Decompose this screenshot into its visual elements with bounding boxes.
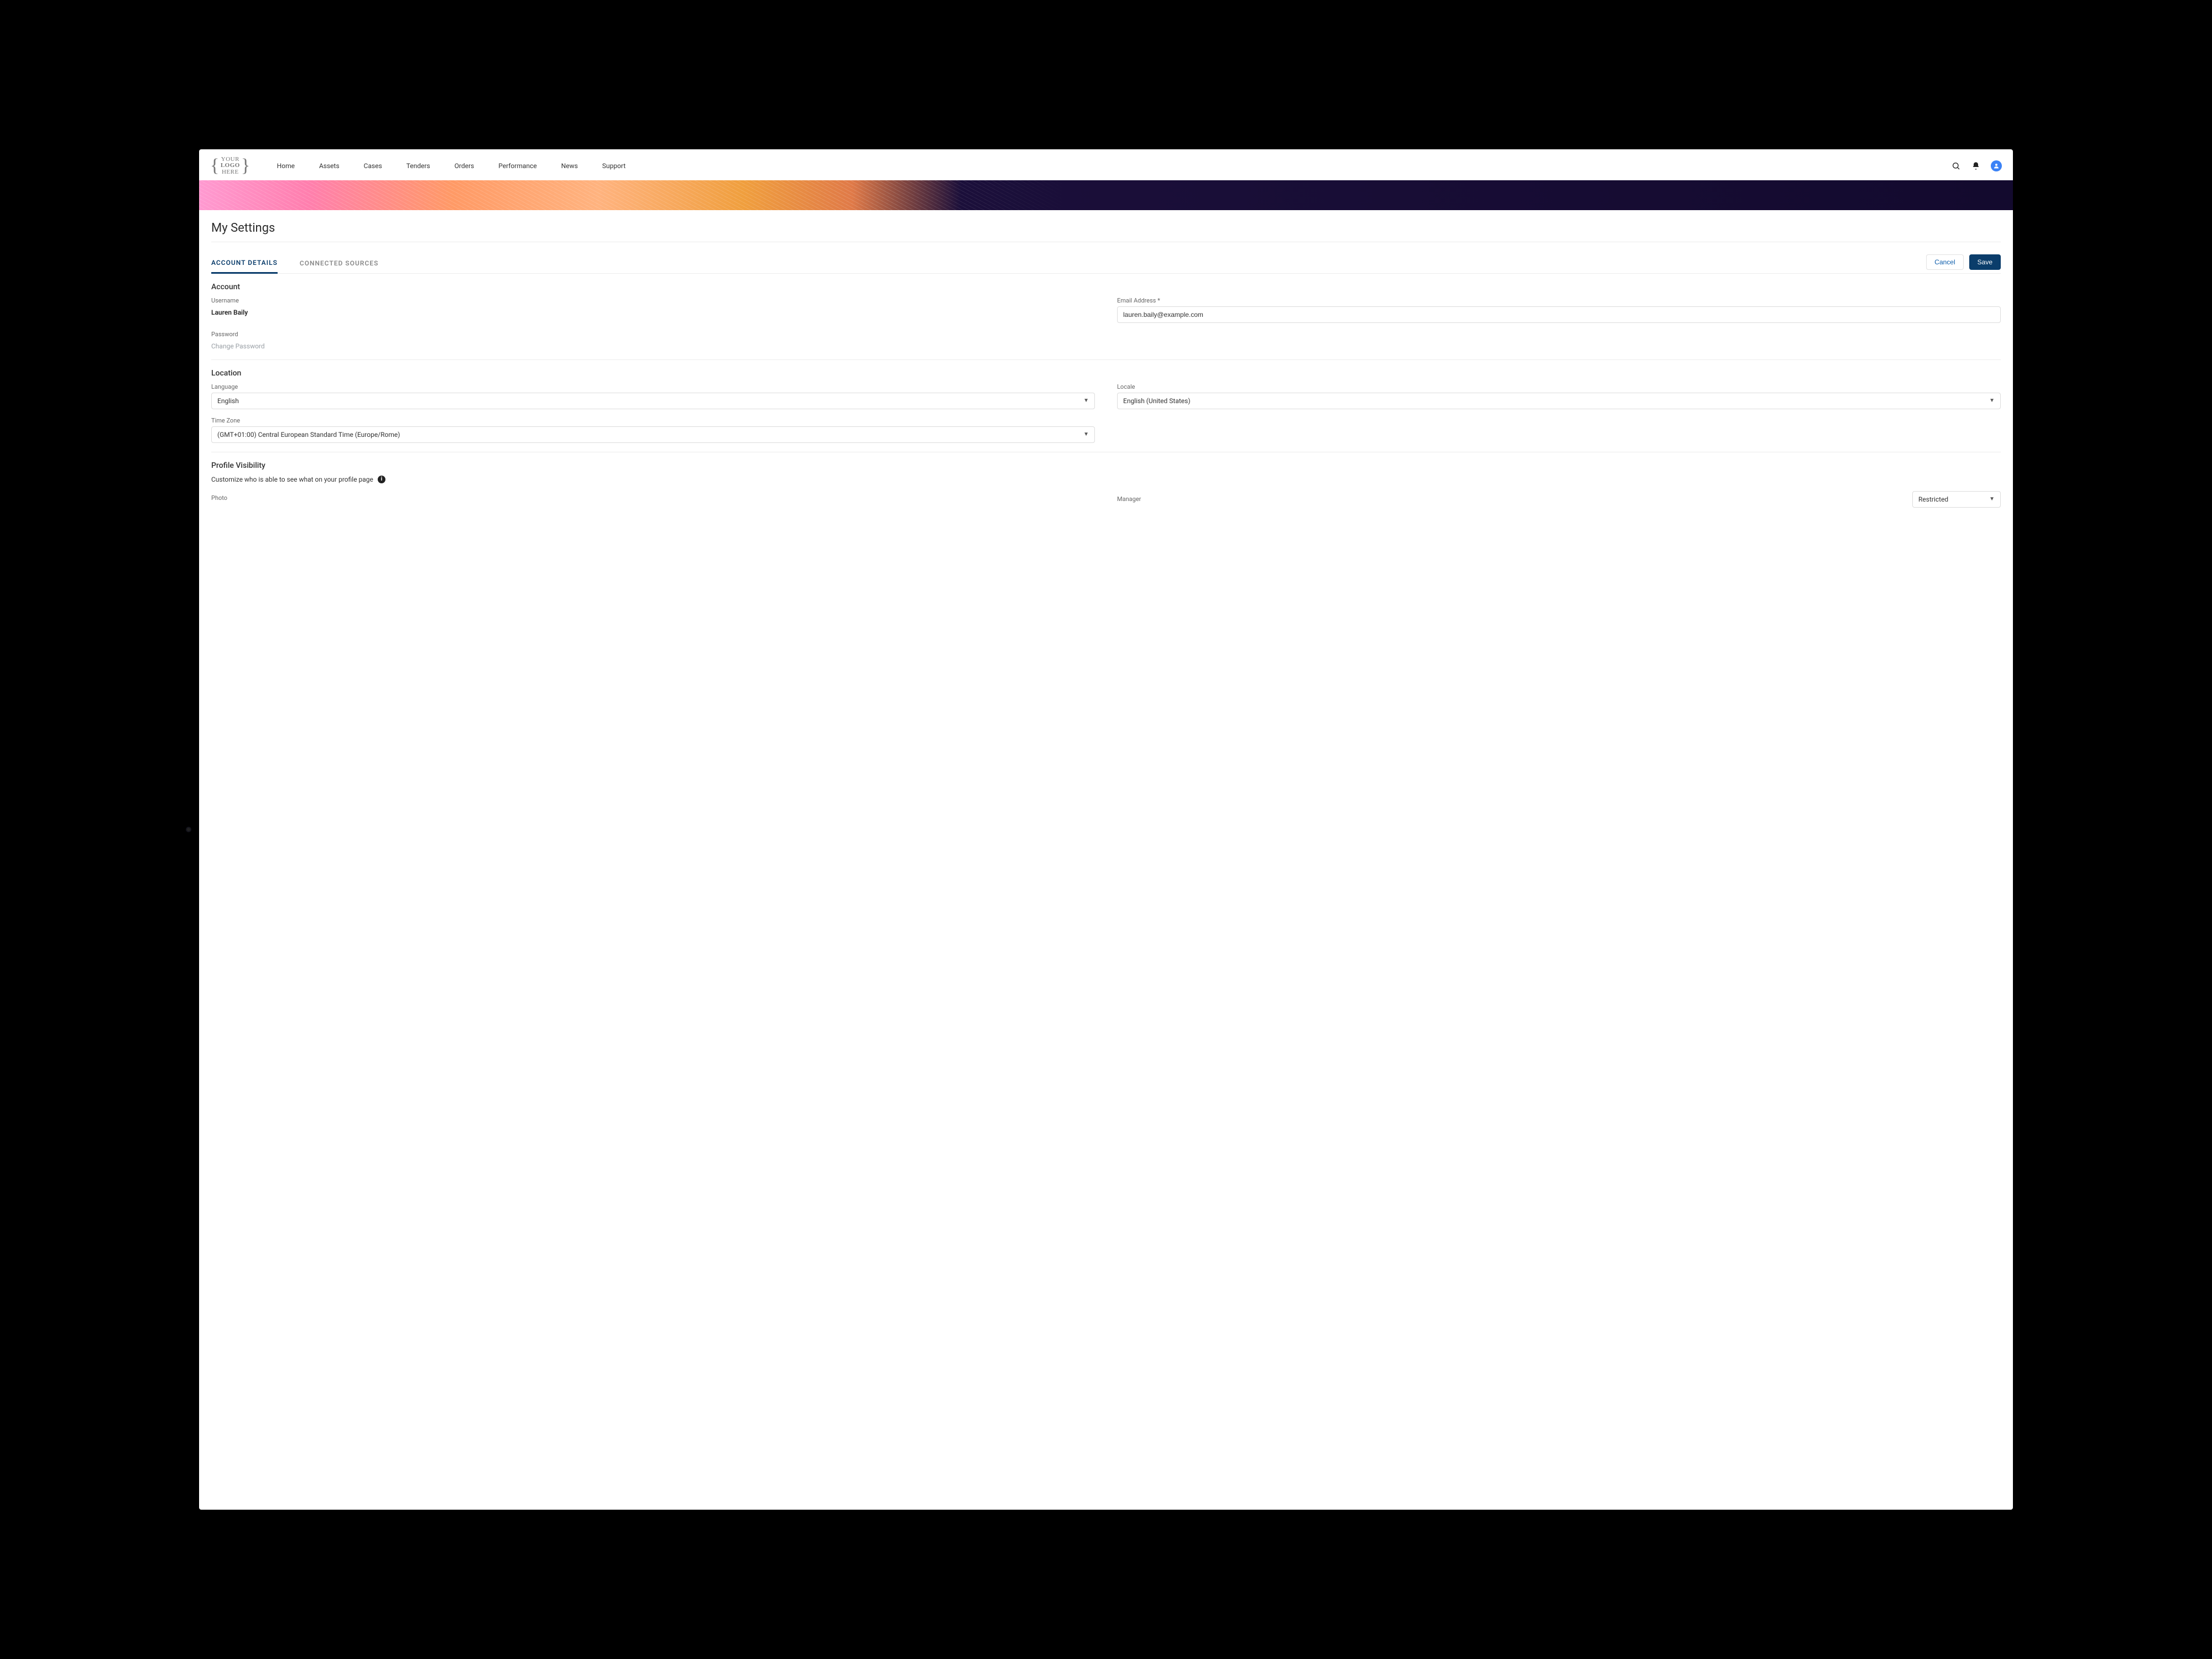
chevron-down-icon: ▼ [1989,496,1995,502]
page-title: My Settings [211,218,2001,242]
app-screen: { YOUR LOGO HERE } Home Assets Cases Ten… [199,149,2013,1510]
timezone-label: Time Zone [211,417,1095,424]
chevron-down-icon: ▼ [1083,431,1089,437]
language-label: Language [211,383,1095,390]
tabs-row: ACCOUNT DETAILS CONNECTED SOURCES Cancel… [211,254,2001,274]
logo-brace-right: } [241,156,251,176]
logo-line3: HERE [222,169,239,175]
tab-connected-sources[interactable]: CONNECTED SOURCES [300,255,379,273]
nav-news[interactable]: News [561,162,578,170]
nav-support[interactable]: Support [602,162,625,170]
timezone-field: Time Zone (GMT+01:00) Central European S… [211,417,1095,443]
timezone-value: (GMT+01:00) Central European Standard Ti… [217,431,400,439]
language-value: English [217,397,239,405]
logo-text: YOUR LOGO HERE [220,156,241,176]
locale-field: Locale English (United States) ▼ [1117,383,2001,409]
account-grid: Username Lauren Baily Email Address * Pa… [211,297,2001,351]
nav-tenders[interactable]: Tenders [406,162,430,170]
timezone-select[interactable]: (GMT+01:00) Central European Standard Ti… [211,426,1095,443]
visibility-help-text: Customize who is able to see what on you… [211,476,373,483]
header-actions [1951,160,2002,171]
tab-account-details[interactable]: ACCOUNT DETAILS [211,254,278,274]
nav-cases[interactable]: Cases [364,162,382,170]
page-content: My Settings ACCOUNT DETAILS CONNECTED SO… [199,210,2013,1510]
info-icon[interactable]: i [378,476,385,483]
username-label: Username [211,297,1095,304]
manager-visibility-select[interactable]: Restricted ▼ [1912,491,2001,508]
email-input[interactable] [1117,306,2001,323]
manager-visibility-value: Restricted [1918,495,1948,503]
logo-line1: YOUR [221,156,239,163]
top-nav: Home Assets Cases Tenders Orders Perform… [277,162,626,170]
username-field: Username Lauren Baily [211,297,1095,323]
locale-value: English (United States) [1123,397,1191,405]
logo-line2: LOGO [221,162,240,169]
section-account-title: Account [211,283,2001,291]
visibility-help-row: Customize who is able to see what on you… [211,476,2001,483]
cancel-button[interactable]: Cancel [1926,254,1963,270]
chevron-down-icon: ▼ [1989,398,1995,404]
email-label: Email Address * [1117,297,2001,304]
nav-assets[interactable]: Assets [319,162,340,170]
chevron-down-icon: ▼ [1083,398,1089,404]
nav-orders[interactable]: Orders [455,162,474,170]
change-password-link[interactable]: Change Password [211,342,265,350]
nav-home[interactable]: Home [277,162,295,170]
logo-brace-left: { [210,156,220,176]
manager-label: Manager [1117,495,1141,503]
app-header: { YOUR LOGO HERE } Home Assets Cases Ten… [199,149,2013,180]
nav-performance[interactable]: Performance [498,162,536,170]
visibility-grid: Photo Manager Restricted ▼ [211,491,2001,508]
section-visibility-title: Profile Visibility [211,461,2001,470]
logo-placeholder: { YOUR LOGO HERE } [210,156,251,176]
tablet-device-frame: { YOUR LOGO HERE } Home Assets Cases Ten… [177,133,2035,1526]
account-divider [211,359,2001,360]
location-grid: Language English ▼ Locale English (Unite… [211,383,2001,443]
save-button[interactable]: Save [1969,254,2001,270]
tablet-camera-dot [187,828,190,831]
password-label: Password [211,331,1095,338]
bell-icon[interactable] [1971,161,1981,171]
hero-banner [199,180,2013,210]
locale-select[interactable]: English (United States) ▼ [1117,393,2001,409]
photo-label: Photo [211,494,1095,502]
username-value: Lauren Baily [211,309,248,316]
language-field: Language English ▼ [211,383,1095,409]
locale-label: Locale [1117,383,2001,390]
form-actions: Cancel Save [1926,254,2001,273]
profile-avatar-icon[interactable] [1991,160,2002,171]
language-select[interactable]: English ▼ [211,393,1095,409]
search-icon[interactable] [1951,161,1961,171]
section-location-title: Location [211,369,2001,378]
email-field: Email Address * [1117,297,2001,323]
password-field: Password Change Password [211,331,1095,351]
